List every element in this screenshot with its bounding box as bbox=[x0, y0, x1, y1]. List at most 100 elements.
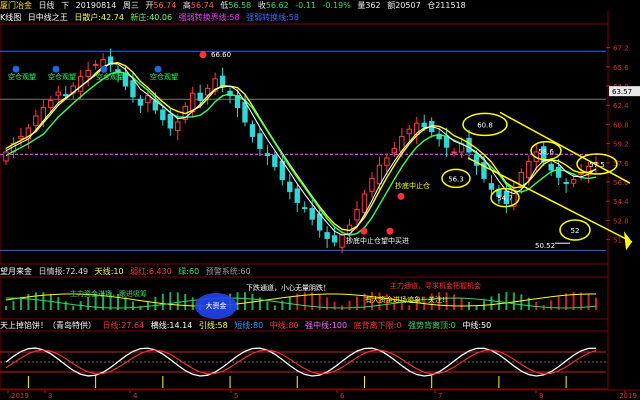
low-field: 低56.58 bbox=[220, 1, 251, 10]
yellow-ma-line bbox=[5, 62, 597, 232]
candle-body[interactable] bbox=[302, 207, 308, 210]
candle-body[interactable] bbox=[85, 69, 91, 77]
candle-body[interactable] bbox=[272, 155, 278, 167]
white-ma-line bbox=[5, 62, 597, 236]
weekday-value: 周三 bbox=[122, 1, 139, 10]
close-label: 收 bbox=[257, 1, 266, 10]
candle-body[interactable] bbox=[63, 94, 69, 97]
share-value: 211518 bbox=[435, 1, 466, 10]
candle-body[interactable] bbox=[175, 121, 181, 132]
sell-marker bbox=[100, 65, 108, 73]
date-label: 8 bbox=[539, 392, 543, 400]
price-tick-label: 56.0 bbox=[613, 179, 629, 187]
panel3-label-6: 强中线:100 bbox=[305, 321, 348, 330]
panel2-note-2: 主力通道，寻求机会把握机会 bbox=[390, 281, 481, 290]
low-value: 56.58 bbox=[228, 1, 252, 10]
buy-marker bbox=[360, 227, 368, 235]
candle-body[interactable] bbox=[570, 179, 577, 184]
period-label[interactable]: 日线 bbox=[39, 1, 55, 10]
panel2-label-2: 天线:10 bbox=[94, 267, 124, 276]
candle-body[interactable] bbox=[376, 164, 383, 185]
candle-body[interactable] bbox=[384, 157, 390, 166]
candle-body[interactable] bbox=[18, 135, 24, 139]
candle-body[interactable] bbox=[257, 133, 263, 149]
circle-value-label: 54.7 bbox=[497, 195, 513, 203]
candle-body[interactable] bbox=[130, 80, 136, 98]
candle-body[interactable] bbox=[324, 232, 330, 239]
amount-value: 362 bbox=[365, 1, 381, 10]
candle-body[interactable] bbox=[242, 101, 248, 123]
peak-value-label: 66.60 bbox=[211, 51, 231, 59]
panel3-label-7: 底背离下限:0 bbox=[353, 321, 402, 330]
candle-body[interactable] bbox=[219, 75, 226, 87]
candle-body[interactable] bbox=[3, 151, 9, 162]
candle-body[interactable] bbox=[249, 124, 256, 137]
legend-item-4: 强弱转换界线:58 bbox=[178, 13, 240, 22]
candle-body[interactable] bbox=[264, 153, 271, 157]
volume-field: 额20507 bbox=[387, 1, 420, 10]
panel2-legend: 望月来金 日情报:72.49 天线:10 弱红:6.430 绿:60 预警系统:… bbox=[0, 266, 640, 277]
main-title[interactable]: K线图 bbox=[0, 13, 21, 22]
candle-body[interactable] bbox=[331, 235, 338, 243]
candle-body[interactable] bbox=[526, 161, 532, 179]
candle-body[interactable] bbox=[160, 109, 166, 121]
panel3-label-2: 横线:14.14 bbox=[150, 321, 193, 330]
candle-body[interactable] bbox=[309, 207, 315, 220]
circle-value-label: 58.6 bbox=[538, 148, 554, 156]
candle-body[interactable] bbox=[55, 91, 61, 96]
legend-item-2: 日散户:42.74 bbox=[74, 13, 124, 22]
open-field: 开56.74 bbox=[145, 1, 176, 10]
candle-body[interactable] bbox=[563, 181, 569, 184]
candle-body[interactable] bbox=[92, 63, 99, 66]
price-tick-label: 62.4 bbox=[613, 102, 629, 110]
candle-body[interactable] bbox=[421, 122, 427, 128]
date-value: 20190814 bbox=[75, 1, 117, 10]
panel2-label-1: 日情报:72.49 bbox=[38, 267, 89, 276]
panel3-label-1: 日线:27.64 bbox=[102, 321, 145, 330]
panel3-frame bbox=[0, 330, 609, 390]
candle-body[interactable] bbox=[137, 98, 144, 106]
candle-body[interactable] bbox=[361, 193, 368, 213]
high-value: 56.74 bbox=[190, 1, 214, 10]
panel3-label-4: 短线:80 bbox=[234, 321, 264, 330]
buy-marker bbox=[397, 192, 405, 200]
sell-marker bbox=[154, 65, 162, 73]
candle-body[interactable] bbox=[339, 234, 345, 248]
quote-bar: 厦门冶金 日线 下 20190814 周三 开56.74 高56.74 低56.… bbox=[0, 0, 640, 11]
candle-body[interactable] bbox=[33, 115, 39, 126]
panel3-title[interactable]: 天上掉馅饼！（青岛特供） bbox=[0, 321, 96, 330]
share-field: 仓211518 bbox=[427, 1, 466, 10]
candle-body[interactable] bbox=[391, 147, 398, 154]
candle-body[interactable] bbox=[48, 99, 54, 109]
buy-marker bbox=[386, 227, 394, 235]
sell-label: 空仓观望 bbox=[150, 72, 178, 81]
stock-name[interactable]: 厦门冶金 bbox=[0, 1, 32, 10]
sell-label: 空仓观望 bbox=[8, 72, 36, 81]
candle-body[interactable] bbox=[406, 128, 412, 135]
candle-body[interactable] bbox=[369, 177, 375, 192]
candle-body[interactable] bbox=[488, 183, 495, 190]
candle-body[interactable] bbox=[77, 75, 84, 92]
candle-body[interactable] bbox=[145, 95, 151, 104]
main-legend: K线图 日中线之王 日散户:42.74 新庄:40.06 强弱转换界线:58 强… bbox=[0, 12, 640, 23]
panel2-green-line bbox=[5, 297, 597, 309]
candle-body[interactable] bbox=[451, 151, 457, 154]
candle-body[interactable] bbox=[287, 181, 293, 193]
sell-marker bbox=[12, 65, 20, 73]
mode-label[interactable]: 下 bbox=[61, 1, 69, 10]
candle-body[interactable] bbox=[548, 163, 554, 171]
candle-body[interactable] bbox=[294, 188, 300, 203]
candle-body[interactable] bbox=[466, 137, 472, 153]
chart-canvas[interactable]: 67.265.664.062.460.859.257.656.054.452.8… bbox=[0, 0, 640, 400]
candle-body[interactable] bbox=[197, 92, 203, 101]
candle-body[interactable] bbox=[354, 209, 360, 221]
panel2-bubble-label: 大资金 bbox=[206, 301, 227, 310]
high-field: 高56.74 bbox=[183, 1, 214, 10]
panel2-label-4: 绿:60 bbox=[178, 267, 200, 276]
panel2-title[interactable]: 望月来金 bbox=[0, 267, 32, 276]
share-label: 仓 bbox=[427, 1, 436, 10]
circle-value-label: 52 bbox=[571, 227, 580, 235]
candle-body[interactable] bbox=[167, 113, 174, 129]
panel2-note-3: 有大资金进场迹象！关注!! bbox=[365, 295, 448, 304]
close-value: 56.62 bbox=[265, 1, 289, 10]
